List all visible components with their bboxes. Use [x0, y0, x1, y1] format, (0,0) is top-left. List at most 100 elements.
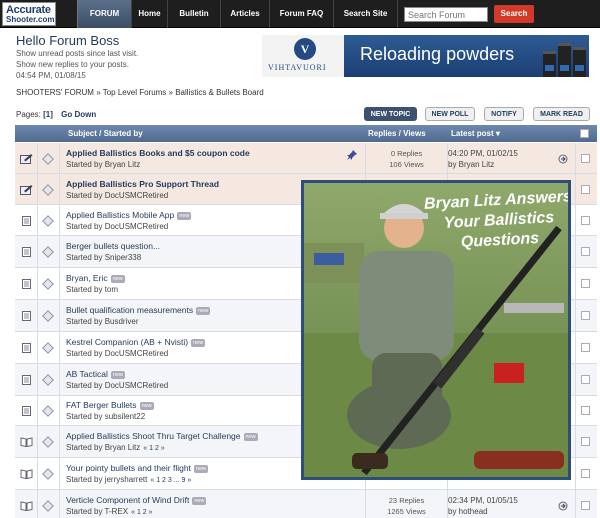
- latest-post-date: 02:34 PM, 01/05/15: [448, 496, 518, 505]
- topic-title-link[interactable]: Verticle Component of Wind Drift new: [66, 495, 207, 505]
- topic-title[interactable]: Applied Ballistics Shoot Thru Target Cha…: [66, 431, 241, 441]
- powder-can-icon: [543, 51, 556, 77]
- mark-read-button[interactable]: MARK READ: [533, 107, 590, 121]
- topic-title[interactable]: Your pointy bullets and their flight: [66, 463, 191, 473]
- topic-starter: Started by Bryan Litz: [66, 160, 140, 169]
- new-poll-button[interactable]: NEW POLL: [425, 107, 475, 121]
- message-icon: [42, 374, 54, 386]
- started-by-text: Started by DocUSMCRetired: [66, 222, 169, 231]
- message-icon: [42, 215, 54, 227]
- topic-row[interactable]: Verticle Component of Wind Drift new Start…: [15, 490, 597, 518]
- vihtavuori-banner-ad[interactable]: V VIHTAVUORI Reloading powders: [262, 35, 589, 77]
- topic-title[interactable]: AB Tactical: [66, 369, 108, 379]
- nav-forum-faq[interactable]: Forum FAQ: [269, 0, 333, 28]
- topic-title[interactable]: Bryan, Eric: [66, 273, 108, 283]
- search-input[interactable]: [404, 7, 488, 22]
- topic-title-link[interactable]: Bullet qualification measurements new: [66, 305, 211, 315]
- topic-pages[interactable]: « 1 2 3 ... 9 »: [150, 477, 191, 484]
- topic-select-checkbox[interactable]: [581, 247, 590, 256]
- vihtavuori-logo-icon: V: [294, 38, 316, 60]
- header-subject[interactable]: Subject / Started by: [68, 129, 143, 138]
- topic-icon: [20, 343, 33, 353]
- topic-select-checkbox[interactable]: [581, 375, 590, 384]
- topic-title-link[interactable]: Kestrel Companion (AB + Nvisti) new: [66, 337, 206, 347]
- latest-post-author[interactable]: by hothead: [448, 507, 488, 516]
- unread-posts-link[interactable]: Show unread posts since last visit.: [16, 49, 138, 59]
- topic-icon: [20, 311, 33, 321]
- topic-select-checkbox[interactable]: [581, 216, 590, 225]
- topic-starter: Started by DocUSMCRetired: [66, 191, 168, 200]
- started-by-text: Started by DocUSMCRetired: [66, 381, 169, 390]
- topic-select-checkbox[interactable]: [581, 279, 590, 288]
- new-topic-button[interactable]: NEW TOPIC: [364, 107, 417, 121]
- topic-title-link[interactable]: Applied Ballistics Mobile App new: [66, 210, 192, 220]
- topic-title-link[interactable]: Bryan, Eric new: [66, 273, 125, 283]
- top-nav-bar: Accurate Shooter.com FORUM Home Bulletin…: [0, 0, 600, 28]
- notify-button[interactable]: NOTIFY: [484, 107, 524, 121]
- topic-select-checkbox[interactable]: [581, 406, 590, 415]
- powder-can-icon: [558, 43, 571, 77]
- message-icon: [42, 246, 54, 258]
- topic-title-link[interactable]: AB Tactical new: [66, 369, 125, 379]
- topic-starter: Started by tom: [66, 285, 118, 294]
- topic-select-checkbox[interactable]: [581, 437, 590, 446]
- topic-pages[interactable]: « 1 2 »: [143, 445, 164, 452]
- latest-post-author[interactable]: by Bryan Litz: [448, 160, 494, 169]
- nav-bulletin[interactable]: Bulletin: [167, 0, 220, 28]
- topic-select-checkbox[interactable]: [581, 343, 590, 352]
- topic-icon: [20, 279, 33, 289]
- views-count: 106 Views: [389, 160, 424, 169]
- topic-select-checkbox[interactable]: [581, 501, 590, 510]
- topic-title-link[interactable]: Applied Ballistics Pro Support Thread: [66, 179, 219, 189]
- go-to-latest-icon[interactable]: [558, 154, 568, 164]
- header-replies[interactable]: Replies / Views: [368, 129, 426, 138]
- topic-title[interactable]: Applied Ballistics Books and $5 coupon c…: [66, 148, 250, 158]
- topic-title[interactable]: Berger bullets question...: [66, 241, 160, 251]
- banner-brand: VIHTAVUORI: [268, 63, 327, 72]
- go-to-latest-icon[interactable]: [558, 501, 568, 511]
- topic-select-checkbox[interactable]: [581, 154, 590, 163]
- topic-title-link[interactable]: Your pointy bullets and their flight new: [66, 463, 208, 473]
- nav-home[interactable]: Home: [131, 0, 167, 28]
- topic-pages[interactable]: « 1 2 »: [131, 509, 152, 516]
- topic-select-checkbox[interactable]: [581, 311, 590, 320]
- topic-title-link[interactable]: Applied Ballistics Shoot Thru Target Cha…: [66, 431, 258, 441]
- nav-articles[interactable]: Articles: [220, 0, 269, 28]
- topic-title[interactable]: Bullet qualification measurements: [66, 305, 193, 315]
- topic-title[interactable]: Applied Ballistics Mobile App: [66, 210, 174, 220]
- views-count: 1265 Views: [387, 507, 426, 516]
- topic-table-header: Subject / Started by Replies / Views Lat…: [15, 125, 597, 142]
- header-latest[interactable]: Latest post ▾: [451, 129, 500, 138]
- topic-select-checkbox[interactable]: [581, 469, 590, 478]
- new-badge: new: [196, 306, 211, 315]
- nav-forum[interactable]: FORUM: [77, 0, 131, 28]
- started-by-text: Started by Bryan Litz: [66, 443, 141, 452]
- topic-title[interactable]: Verticle Component of Wind Drift: [66, 495, 189, 505]
- topic-row[interactable]: Applied Ballistics Books and $5 coupon c…: [15, 143, 597, 174]
- current-page[interactable]: [1]: [43, 110, 53, 119]
- go-down-link[interactable]: Go Down: [61, 110, 96, 119]
- site-logo[interactable]: Accurate Shooter.com: [2, 2, 56, 26]
- bryan-litz-photo: Bryan Litz Answers Your Ballistics Quest…: [301, 180, 571, 480]
- topic-title-link[interactable]: Applied Ballistics Books and $5 coupon c…: [66, 148, 250, 158]
- new-badge: new: [110, 370, 125, 379]
- new-replies-link[interactable]: Show new replies to your posts.: [16, 60, 138, 70]
- hot-topic-icon: [20, 501, 33, 512]
- search-button[interactable]: Search: [494, 5, 534, 23]
- topic-starter: Started by Bryan Litz « 1 2 »: [66, 443, 165, 452]
- nav-search-site[interactable]: Search Site: [333, 0, 398, 28]
- topic-title[interactable]: Applied Ballistics Pro Support Thread: [66, 179, 219, 189]
- new-badge: new: [139, 401, 154, 410]
- select-all-checkbox[interactable]: [580, 129, 589, 138]
- started-by-text: Started by Sniper338: [66, 253, 142, 262]
- current-time: 04:54 PM, 01/08/15: [16, 71, 86, 80]
- topic-title[interactable]: FAT Berger Bullets: [66, 400, 137, 410]
- topic-title[interactable]: Kestrel Companion (AB + Nvisti): [66, 337, 188, 347]
- topic-title-link[interactable]: Berger bullets question...: [66, 241, 160, 251]
- topic-select-checkbox[interactable]: [581, 185, 590, 194]
- topic-title-link[interactable]: FAT Berger Bullets new: [66, 400, 154, 410]
- started-by-text: Started by DocUSMCRetired: [66, 191, 169, 200]
- photo-caption: Bryan Litz Answers Your Ballistics Quest…: [423, 188, 571, 252]
- breadcrumb[interactable]: SHOOTERS' FORUM » Top Level Forums » Bal…: [16, 88, 264, 97]
- message-icon: [42, 184, 54, 196]
